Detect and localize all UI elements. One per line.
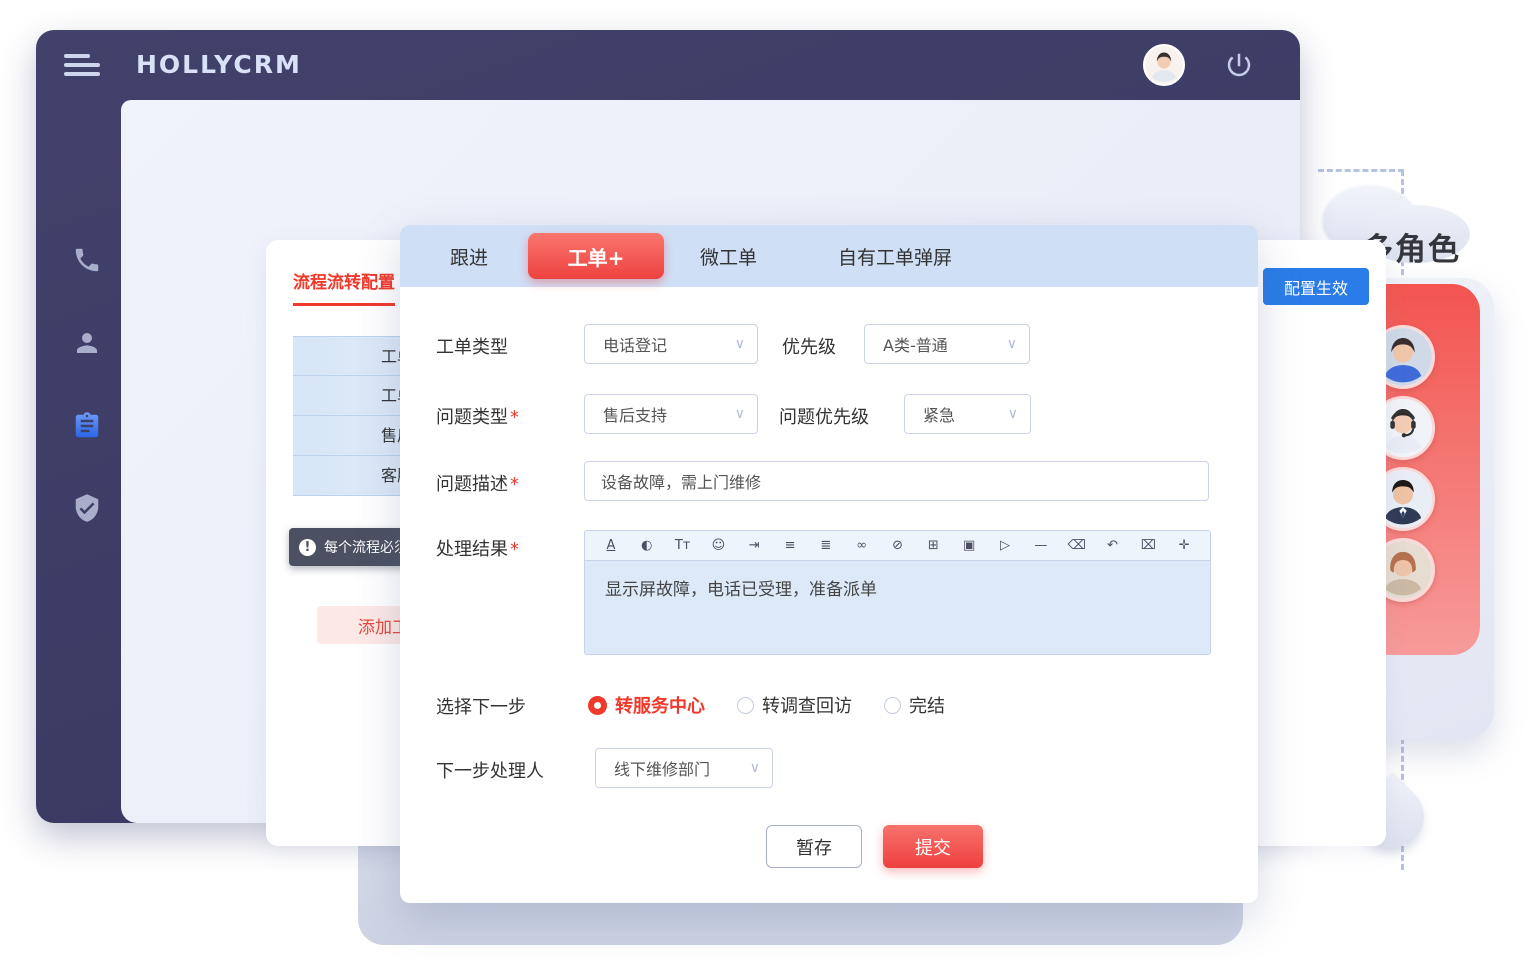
radio-transfer-service-center[interactable]: 转服务中心 xyxy=(588,692,705,718)
priority-value: A类-普通 xyxy=(883,332,948,356)
next-handler-select[interactable]: 线下维修部门 ∨ xyxy=(595,748,773,788)
result-rich-editor[interactable]: A ◐ Tт ☺ ⇥ ≡ ≣ ∞ ⊘ ⊞ ▣ ▷ — ⌫ ↶ ⌧ ✛ 显示屏故障… xyxy=(584,530,1211,655)
apply-config-button[interactable]: 配置生效 xyxy=(1263,268,1369,305)
indent-icon[interactable]: ⇥ xyxy=(736,532,772,560)
link-icon[interactable]: ∞ xyxy=(844,532,880,560)
next-handler-value: 线下维修部门 xyxy=(614,756,710,780)
warning-icon: ! xyxy=(299,539,316,556)
dashed-connector-top xyxy=(1318,169,1404,172)
bullet-list-icon[interactable]: ≣ xyxy=(808,532,844,560)
chevron-down-icon: ∨ xyxy=(1007,336,1017,352)
priority-label: 优先级 xyxy=(782,333,836,359)
clipboard-icon xyxy=(72,411,102,441)
radio-unselected-icon xyxy=(884,697,901,714)
unlink-icon[interactable]: ⊘ xyxy=(880,532,916,560)
radio-selected-icon xyxy=(588,696,607,715)
fullscreen-icon[interactable]: ✛ xyxy=(1166,532,1202,560)
tab-own-ticket-popup[interactable]: 自有工单弹屏 xyxy=(838,243,952,270)
ticket-dialog-tabbar: 跟进 工单+ 微工单 自有工单弹屏 xyxy=(400,225,1258,287)
text-size-icon[interactable]: Tт xyxy=(665,532,701,560)
phone-icon xyxy=(72,245,102,275)
shield-check-icon xyxy=(72,493,102,523)
sidebar-item-tickets-active[interactable] xyxy=(62,411,112,455)
issue-priority-select[interactable]: 紧急 ∨ xyxy=(904,394,1031,434)
divider-icon[interactable]: — xyxy=(1023,532,1059,560)
app-header: HOLLYCRM xyxy=(36,30,1300,100)
result-label: 处理结果* xyxy=(436,535,519,561)
screen: 多角色 xyxy=(0,0,1537,964)
tab-follow-up[interactable]: 跟进 xyxy=(450,243,488,270)
ticket-dialog: 跟进 工单+ 微工单 自有工单弹屏 工单类型 电话登记 ∨ 优先级 A类-普通 … xyxy=(400,225,1258,903)
image-icon[interactable]: ▣ xyxy=(951,532,987,560)
ticket-type-value: 电话登记 xyxy=(603,332,667,356)
brand-logo: HOLLYCRM xyxy=(136,50,302,79)
chevron-down-icon: ∨ xyxy=(735,336,745,352)
emoji-icon[interactable]: ☺ xyxy=(700,532,736,560)
user-avatar[interactable] xyxy=(1143,44,1185,86)
menu-toggle-icon[interactable] xyxy=(64,54,102,78)
issue-desc-input[interactable] xyxy=(584,461,1209,501)
color-palette-icon[interactable]: ◐ xyxy=(629,532,665,560)
tab-process-flow-config[interactable]: 流程流转配置 xyxy=(293,268,395,306)
issue-desc-label: 问题描述* xyxy=(436,470,519,496)
issue-type-select[interactable]: 售后支持 ∨ xyxy=(584,394,758,434)
chevron-down-icon: ∨ xyxy=(1008,406,1018,422)
chevron-down-icon: ∨ xyxy=(735,406,745,422)
font-format-icon[interactable]: A xyxy=(593,532,629,560)
result-editor-content[interactable]: 显示屏故障，电话已受理，准备派单 xyxy=(585,561,1210,655)
issue-type-value: 售后支持 xyxy=(603,402,667,426)
undo-icon[interactable]: ↶ xyxy=(1095,532,1131,560)
radio-transfer-survey-callback[interactable]: 转调查回访 xyxy=(737,692,852,718)
logout-power-icon[interactable] xyxy=(1224,50,1254,80)
issue-priority-label: 问题优先级 xyxy=(779,403,869,429)
person-icon xyxy=(72,328,102,358)
ticket-type-select[interactable]: 电话登记 ∨ xyxy=(584,324,758,364)
tab-ticket-plus-active[interactable]: 工单+ xyxy=(528,233,664,279)
issue-type-label: 问题类型* xyxy=(436,403,519,429)
user-avatar-icon xyxy=(1145,46,1183,84)
radio-unselected-icon xyxy=(737,697,754,714)
radio-finish[interactable]: 完结 xyxy=(884,692,945,718)
submit-button[interactable]: 提交 xyxy=(883,825,983,868)
sidebar-item-security[interactable] xyxy=(62,493,112,537)
table-icon[interactable]: ⊞ xyxy=(915,532,951,560)
tab-micro-ticket[interactable]: 微工单 xyxy=(700,243,757,270)
chevron-down-icon: ∨ xyxy=(750,760,760,776)
sidebar-item-customers[interactable] xyxy=(62,328,112,372)
priority-select[interactable]: A类-普通 ∨ xyxy=(864,324,1030,364)
delete-icon[interactable]: ⌧ xyxy=(1130,532,1166,560)
next-handler-label: 下一步处理人 xyxy=(436,757,544,783)
video-icon[interactable]: ▷ xyxy=(987,532,1023,560)
sidebar-item-calls[interactable] xyxy=(62,245,112,289)
next-step-radio-group: 转服务中心 转调查回访 完结 xyxy=(588,692,977,718)
eraser-icon[interactable]: ⌫ xyxy=(1059,532,1095,560)
next-step-label: 选择下一步 xyxy=(436,693,526,719)
save-draft-button[interactable]: 暂存 xyxy=(766,825,862,868)
issue-priority-value: 紧急 xyxy=(923,402,955,426)
editor-toolbar: A ◐ Tт ☺ ⇥ ≡ ≣ ∞ ⊘ ⊞ ▣ ▷ — ⌫ ↶ ⌧ ✛ xyxy=(585,531,1210,561)
ticket-type-label: 工单类型 xyxy=(436,333,508,359)
align-icon[interactable]: ≡ xyxy=(772,532,808,560)
